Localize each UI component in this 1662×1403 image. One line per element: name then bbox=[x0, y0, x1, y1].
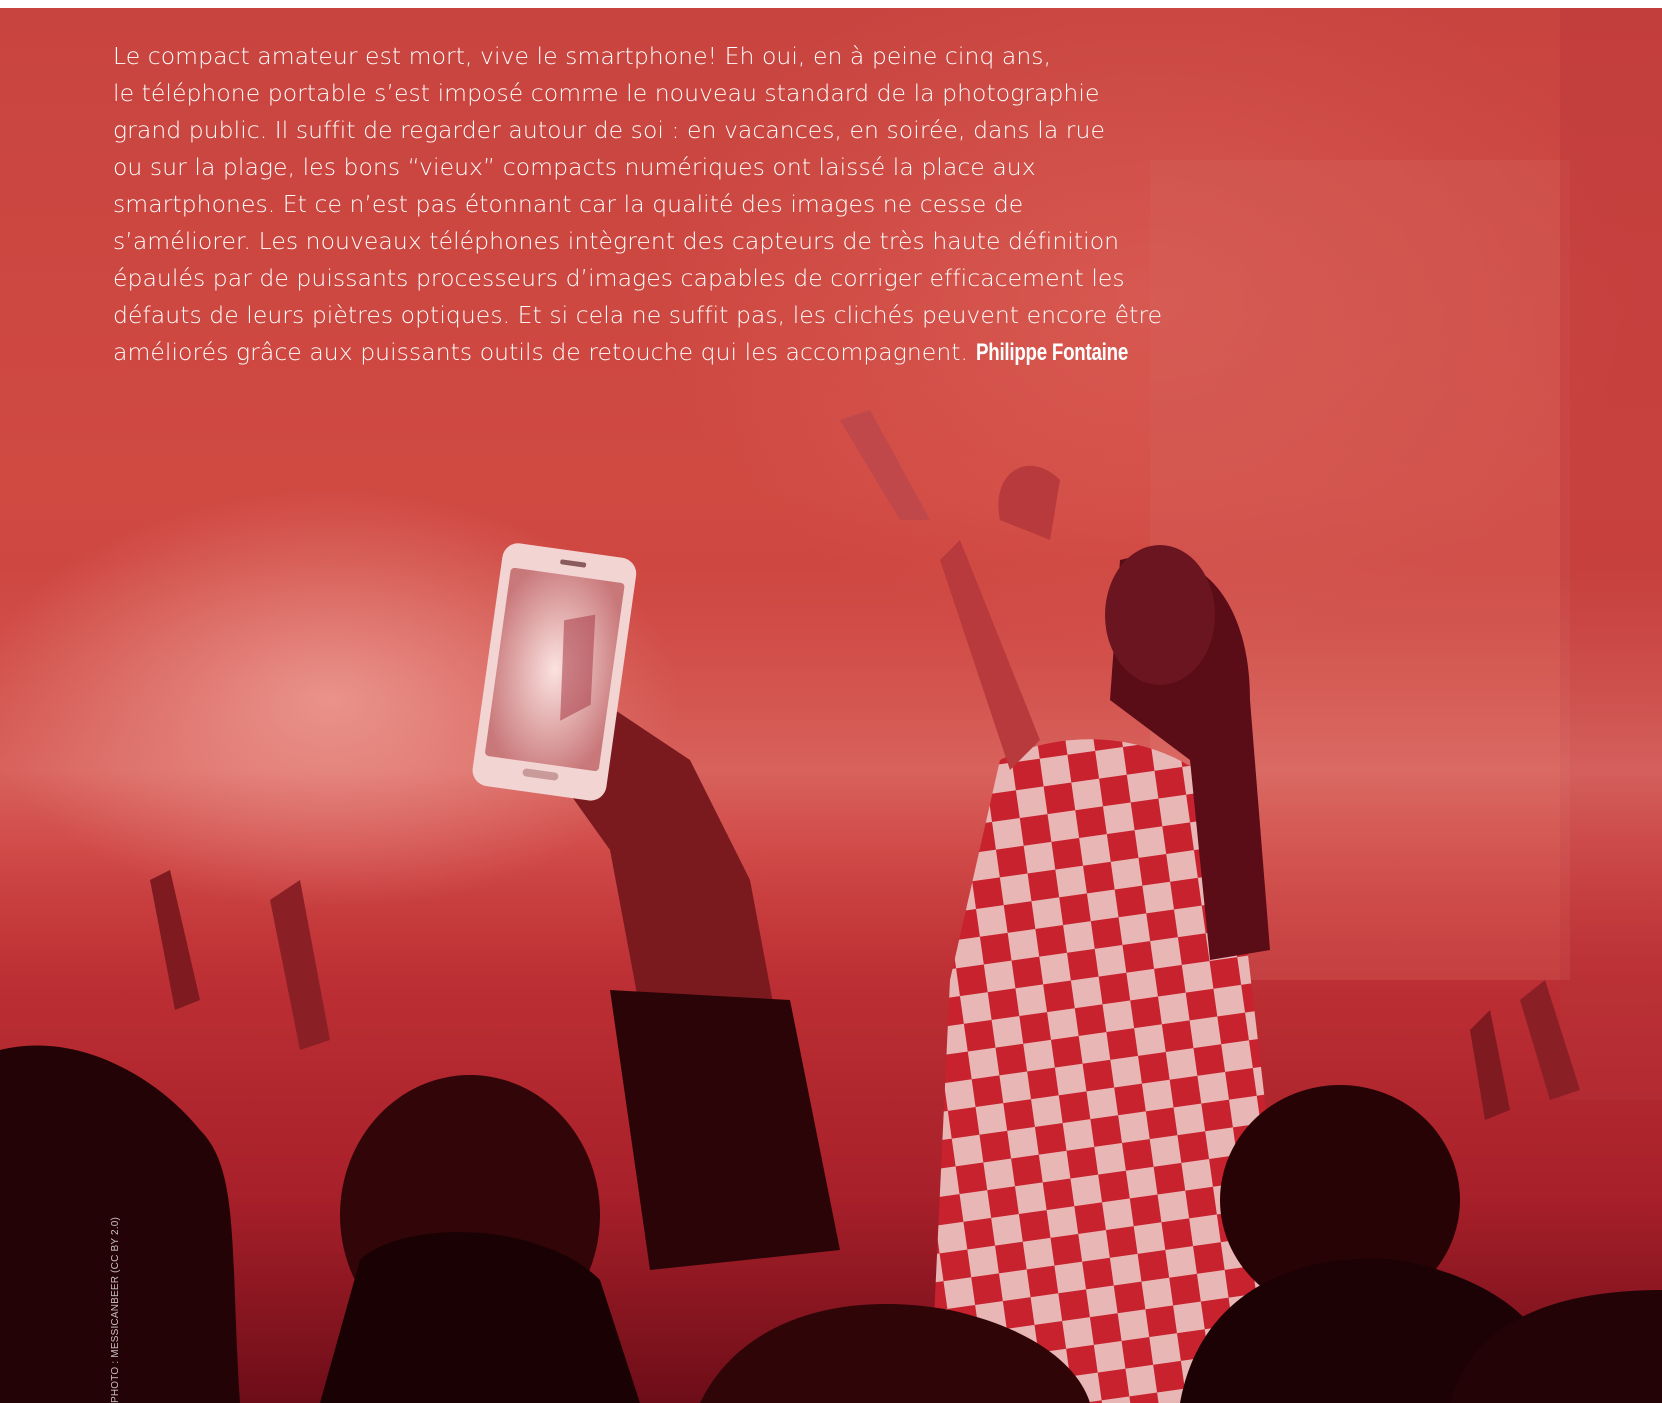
intro-line: épaulés par de puissants processeurs d’i… bbox=[113, 264, 1125, 292]
intro-line: ou sur la plage, les bons “vieux” compac… bbox=[113, 153, 1036, 181]
top-white-rule bbox=[0, 0, 1662, 8]
magazine-page: Le compact amateur est mort, vive le sma… bbox=[0, 0, 1662, 1403]
intro-last-line: améliorés grâce aux puissants outils de … bbox=[113, 334, 1353, 371]
photo-credit: PHOTO : MESSICANBEER (CC BY 2.0) bbox=[110, 1216, 121, 1403]
intro-line: le téléphone portable s’est imposé comme… bbox=[113, 79, 1100, 107]
intro-line: défauts de leurs piètres optiques. Et si… bbox=[113, 301, 1163, 329]
intro-line: s’améliorer. Les nouveaux téléphones int… bbox=[113, 227, 1120, 255]
smoke-fog bbox=[0, 560, 1662, 980]
intro-line: Le compact amateur est mort, vive le sma… bbox=[113, 42, 1052, 70]
intro-paragraph: Le compact amateur est mort, vive le sma… bbox=[113, 38, 1353, 371]
intro-line: smartphones. Et ce n’est pas étonnant ca… bbox=[113, 190, 1024, 218]
author-name: Philippe Fontaine bbox=[975, 339, 1128, 366]
intro-line: améliorés grâce aux puissants outils de … bbox=[113, 338, 969, 366]
intro-line: grand public. Il suffit de regarder auto… bbox=[113, 116, 1105, 144]
